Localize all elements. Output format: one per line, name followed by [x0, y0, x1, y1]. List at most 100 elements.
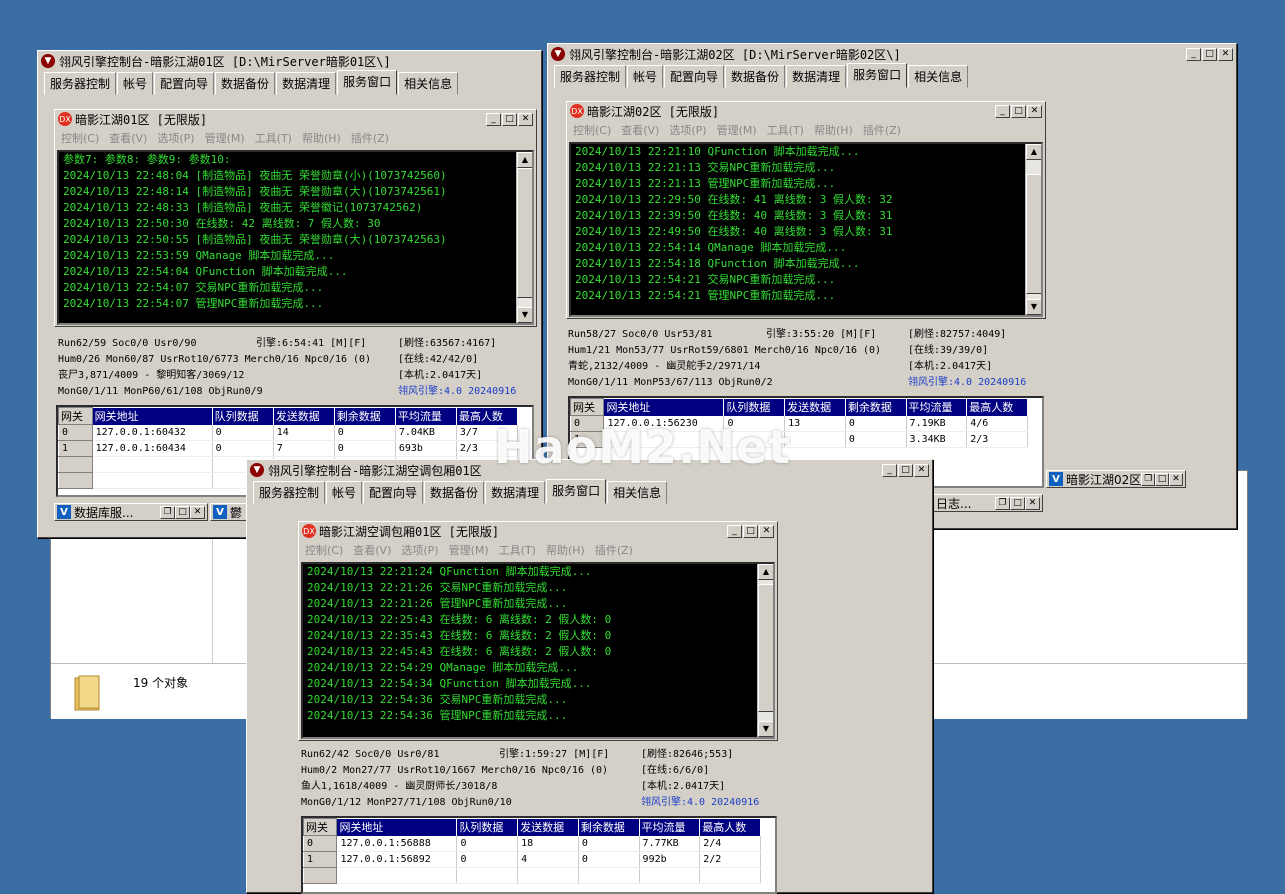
tab-related-info[interactable]: 相关信息: [398, 72, 459, 95]
minimized-db-window[interactable]: V 数据库服... ❐ □ ✕: [54, 503, 208, 521]
cell: 127.0.0.1:56892: [336, 851, 458, 868]
tab-server-control[interactable]: 服务器控制: [554, 65, 627, 88]
scroll-down-button[interactable]: ▼: [1026, 299, 1041, 315]
log-console[interactable]: 2024/10/13 22:21:24 QFunction 脚本加载完成... …: [301, 562, 775, 739]
maximize-button[interactable]: □: [502, 112, 517, 126]
table-row[interactable]: 1 127.0.0.1:56892 0 4 0 992b 2/2: [303, 851, 761, 868]
close-button[interactable]: ✕: [1218, 47, 1233, 61]
maximize-button[interactable]: □: [175, 505, 190, 519]
minimize-button[interactable]: _: [1186, 47, 1201, 61]
tab-service-window[interactable]: 服务窗口: [847, 63, 908, 88]
minimize-button[interactable]: _: [486, 112, 501, 126]
menu-tools[interactable]: 工具(T): [499, 542, 536, 557]
minimize-button[interactable]: _: [995, 104, 1010, 118]
minimized-window[interactable]: V 鬱: [210, 503, 250, 521]
inner-titlebar[interactable]: DX 暗影江湖01区 [无限版] _ □ ✕: [55, 110, 536, 128]
tab-server-control[interactable]: 服务器控制: [253, 481, 326, 504]
tab-service-window[interactable]: 服务窗口: [546, 479, 607, 504]
tab-data-cleanup[interactable]: 数据清理: [276, 72, 337, 95]
tab-data-backup[interactable]: 数据备份: [424, 481, 485, 504]
menu-plugins[interactable]: 插件(Z): [863, 122, 901, 137]
minimize-button[interactable]: _: [882, 463, 897, 477]
maximize-button[interactable]: □: [1010, 496, 1025, 510]
scroll-up-button[interactable]: ▲: [517, 152, 532, 168]
menu-options[interactable]: 选项(P): [669, 122, 706, 137]
tab-config-wizard[interactable]: 配置向导: [664, 65, 725, 88]
close-button[interactable]: ✕: [190, 505, 205, 519]
menu-manage[interactable]: 管理(M): [449, 542, 489, 557]
close-button[interactable]: ✕: [759, 524, 774, 538]
menu-view[interactable]: 查看(V): [621, 122, 659, 137]
close-button[interactable]: ✕: [1027, 104, 1042, 118]
maximize-button[interactable]: □: [1155, 472, 1170, 486]
menu-control[interactable]: 控制(C): [61, 130, 99, 145]
inner-window[interactable]: DX 暗影江湖02区 [无限版] _ □ ✕ 控制(C) 查看(V) 选项(P)…: [566, 101, 1046, 319]
tab-service-window[interactable]: 服务窗口: [337, 70, 398, 95]
console-scrollbar[interactable]: ▲ ▼: [516, 152, 532, 323]
scroll-up-button[interactable]: ▲: [1026, 144, 1041, 160]
tab-related-info[interactable]: 相关信息: [607, 481, 668, 504]
scroll-thumb[interactable]: [517, 168, 532, 298]
minimize-button[interactable]: _: [727, 524, 742, 538]
menu-view[interactable]: 查看(V): [109, 130, 147, 145]
maximize-button[interactable]: □: [1011, 104, 1026, 118]
menu-tools[interactable]: 工具(T): [767, 122, 804, 137]
menu-help[interactable]: 帮助(H): [814, 122, 853, 137]
scroll-up-button[interactable]: ▲: [758, 564, 773, 580]
scroll-thumb[interactable]: [1026, 174, 1041, 294]
scroll-down-button[interactable]: ▼: [517, 307, 532, 323]
log-console[interactable]: 2024/10/13 22:21:10 QFunction 脚本加载完成... …: [569, 142, 1043, 317]
maximize-button[interactable]: □: [898, 463, 913, 477]
menu-control[interactable]: 控制(C): [573, 122, 611, 137]
menu-manage[interactable]: 管理(M): [205, 130, 245, 145]
maximize-button[interactable]: □: [743, 524, 758, 538]
console-window-03[interactable]: ▼ 翎风引擎控制台-暗影江湖空调包厢01区 _ □ ✕ 服务器控制 帐号 配置向…: [246, 459, 933, 894]
minimized-window-02[interactable]: V 暗影江湖02区 ❐ □ ✕: [1046, 470, 1186, 488]
log-console[interactable]: 参数7: 参数8: 参数9: 参数10: 2024/10/13 22:48:04…: [57, 150, 534, 325]
menu-tools[interactable]: 工具(T): [255, 130, 292, 145]
restore-button[interactable]: ❐: [995, 496, 1010, 510]
window-titlebar[interactable]: ▼ 翎风引擎控制台-暗影江湖02区 [D:\MirServer暗影02区\] _…: [548, 44, 1236, 64]
tab-data-backup[interactable]: 数据备份: [215, 72, 276, 95]
inner-window[interactable]: DX 暗影江湖空调包厢01区 [无限版] _ □ ✕ 控制(C) 查看(V) 选…: [298, 521, 778, 741]
close-button[interactable]: ✕: [914, 463, 929, 477]
menu-options[interactable]: 选项(P): [401, 542, 438, 557]
table-row[interactable]: 0 127.0.0.1:56888 0 18 0 7.77KB 2/4: [303, 835, 761, 852]
scroll-thumb[interactable]: [758, 584, 773, 712]
menu-manage[interactable]: 管理(M): [717, 122, 757, 137]
tab-data-cleanup[interactable]: 数据清理: [485, 481, 546, 504]
gateway-grid[interactable]: 网关 网关地址 队列数据 发送数据 剩余数据 平均流量 最高人数 0 127.0…: [301, 816, 777, 894]
tab-account[interactable]: 帐号: [117, 72, 154, 95]
tab-server-control[interactable]: 服务器控制: [44, 72, 117, 95]
close-button[interactable]: ✕: [1169, 472, 1183, 486]
maximize-button[interactable]: □: [1202, 47, 1217, 61]
menu-control[interactable]: 控制(C): [305, 542, 343, 557]
tab-related-info[interactable]: 相关信息: [908, 65, 969, 88]
restore-button[interactable]: ❐: [1141, 472, 1156, 486]
console-scrollbar[interactable]: ▲ ▼: [757, 564, 773, 737]
tab-config-wizard[interactable]: 配置向导: [363, 481, 424, 504]
tab-account[interactable]: 帐号: [627, 65, 664, 88]
menu-view[interactable]: 查看(V): [353, 542, 391, 557]
close-button[interactable]: ✕: [518, 112, 533, 126]
tab-data-cleanup[interactable]: 数据清理: [786, 65, 847, 88]
window-titlebar[interactable]: ▼ 翎风引擎控制台-暗影江湖01区 [D:\MirServer暗影01区\]: [38, 51, 541, 71]
close-button[interactable]: ✕: [1025, 496, 1040, 510]
menu-plugins[interactable]: 插件(Z): [351, 130, 389, 145]
inner-titlebar[interactable]: DX 暗影江湖02区 [无限版] _ □ ✕: [567, 102, 1045, 120]
menu-options[interactable]: 选项(P): [157, 130, 194, 145]
scroll-down-button[interactable]: ▼: [758, 721, 773, 737]
table-row[interactable]: 1 127.0.0.1:60434 0 7 0 693b 2/3: [58, 440, 519, 457]
menu-help[interactable]: 帮助(H): [546, 542, 585, 557]
minimized-log-window[interactable]: 日志... ❐ □ ✕: [933, 494, 1043, 512]
inner-titlebar[interactable]: DX 暗影江湖空调包厢01区 [无限版] _ □ ✕: [299, 522, 777, 540]
menu-plugins[interactable]: 插件(Z): [595, 542, 633, 557]
menu-help[interactable]: 帮助(H): [302, 130, 341, 145]
inner-window[interactable]: DX 暗影江湖01区 [无限版] _ □ ✕ 控制(C) 查看(V) 选项(P)…: [54, 109, 537, 327]
restore-button[interactable]: ❐: [160, 505, 175, 519]
tab-data-backup[interactable]: 数据备份: [725, 65, 786, 88]
tab-config-wizard[interactable]: 配置向导: [154, 72, 215, 95]
table-row[interactable]: 0 127.0.0.1:60432 0 14 0 7.04KB 3/7: [58, 424, 519, 441]
tab-account[interactable]: 帐号: [326, 481, 363, 504]
console-scrollbar[interactable]: ▲ ▼: [1025, 144, 1041, 315]
